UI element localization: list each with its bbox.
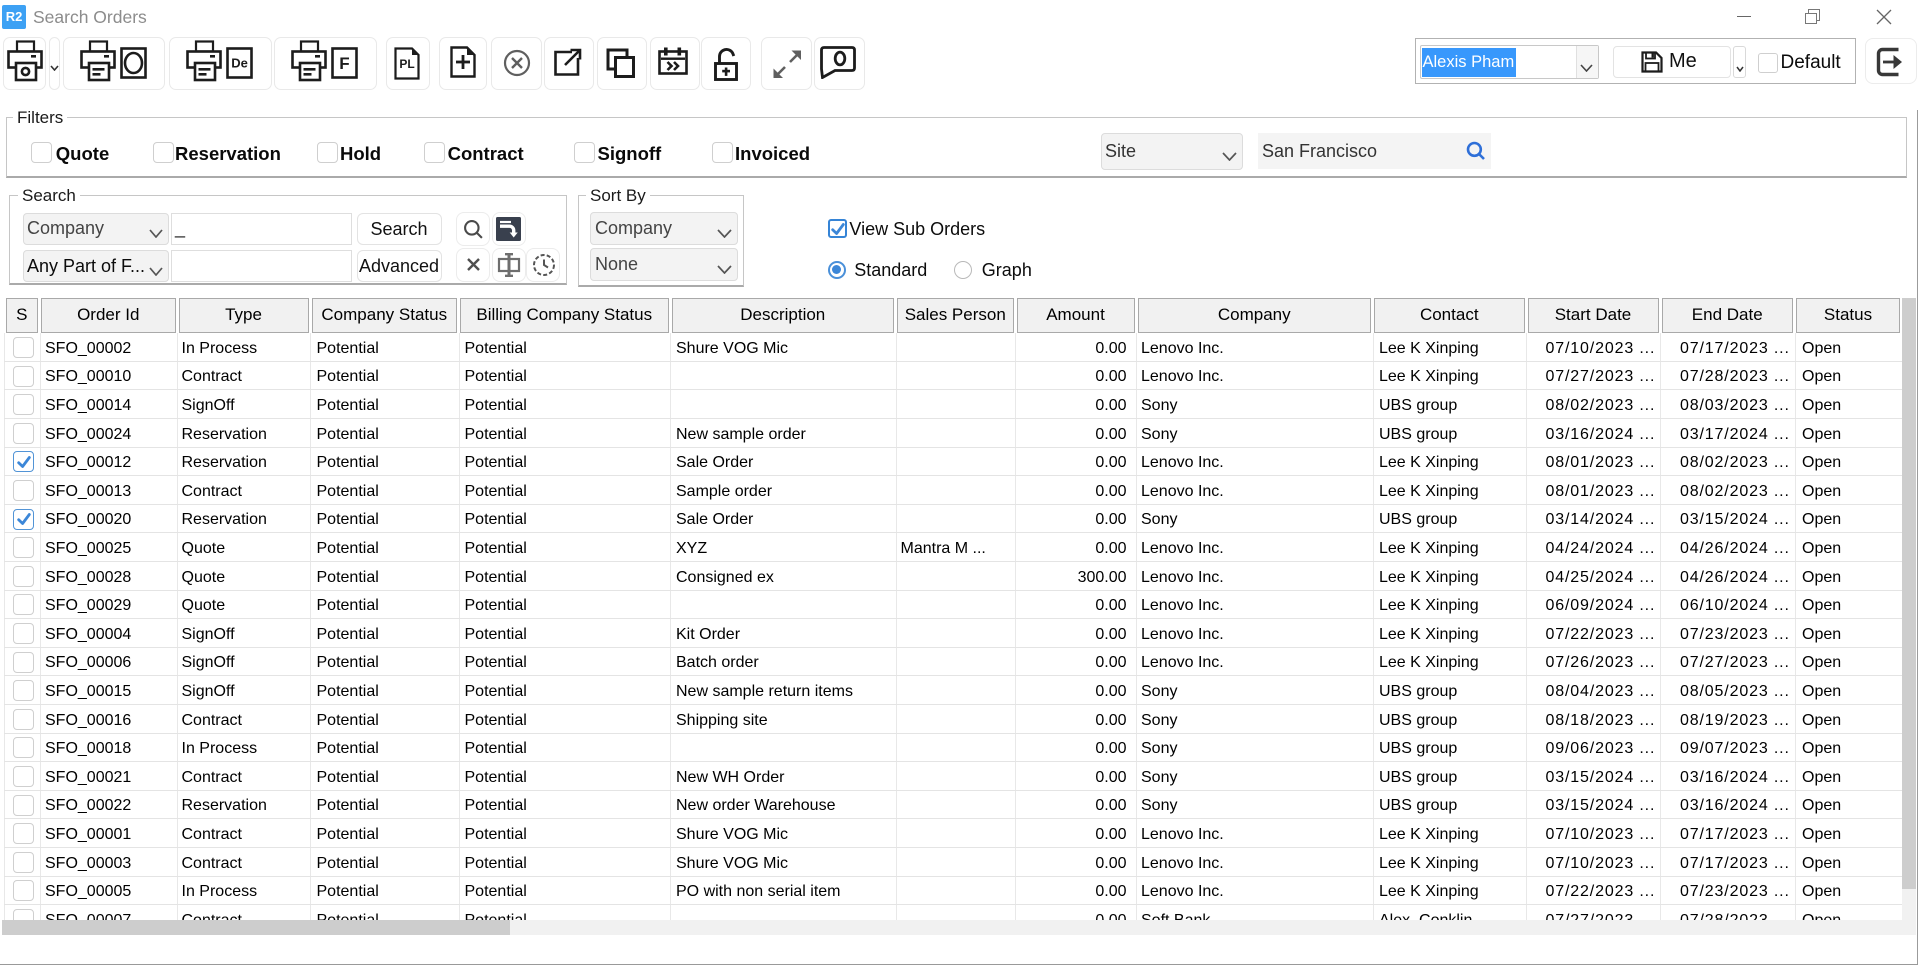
svg-text:PL: PL [399,57,414,71]
svg-text:F: F [339,54,349,73]
svg-text:De: De [231,56,248,71]
